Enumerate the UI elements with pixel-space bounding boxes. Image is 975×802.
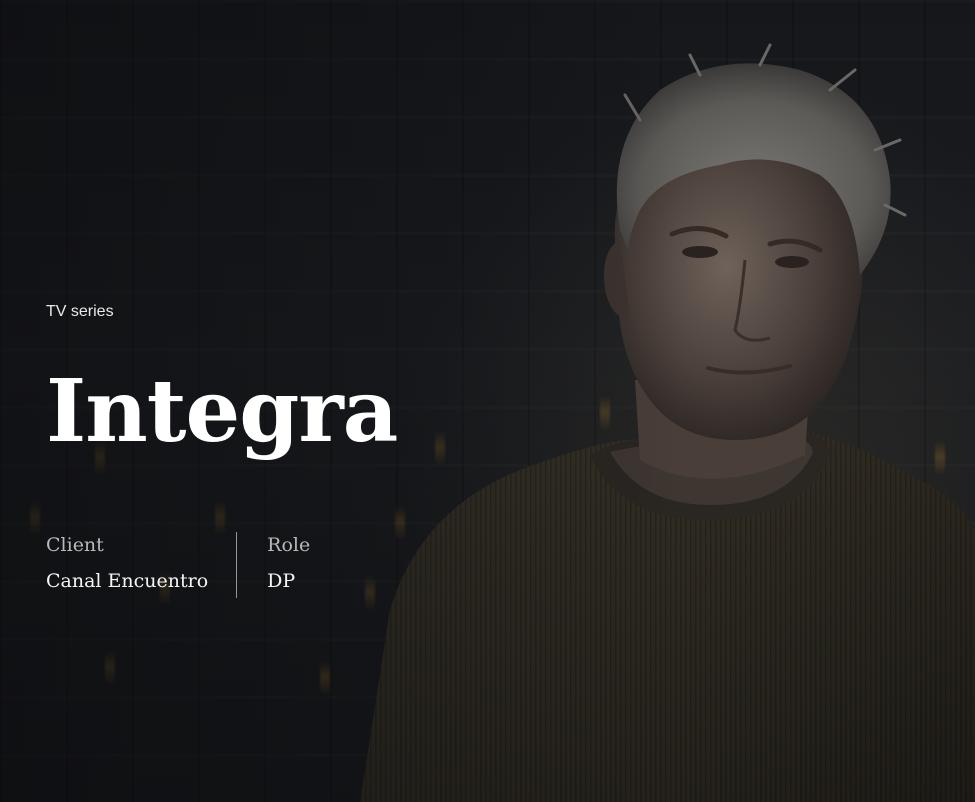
project-hero: TV series Integra Client Canal Encuentro…	[0, 0, 975, 802]
client-column: Client Canal Encuentro	[46, 532, 236, 598]
client-label: Client	[46, 534, 104, 556]
role-label: Role	[267, 534, 311, 556]
project-info: TV series Integra Client Canal Encuentro…	[46, 300, 566, 598]
project-meta: Client Canal Encuentro Role DP	[46, 532, 566, 598]
role-value: DP	[267, 570, 296, 592]
project-title: Integra	[46, 361, 398, 462]
project-category: TV series	[46, 303, 114, 320]
client-value: Canal Encuentro	[46, 570, 209, 592]
role-column: Role DP	[236, 532, 338, 598]
